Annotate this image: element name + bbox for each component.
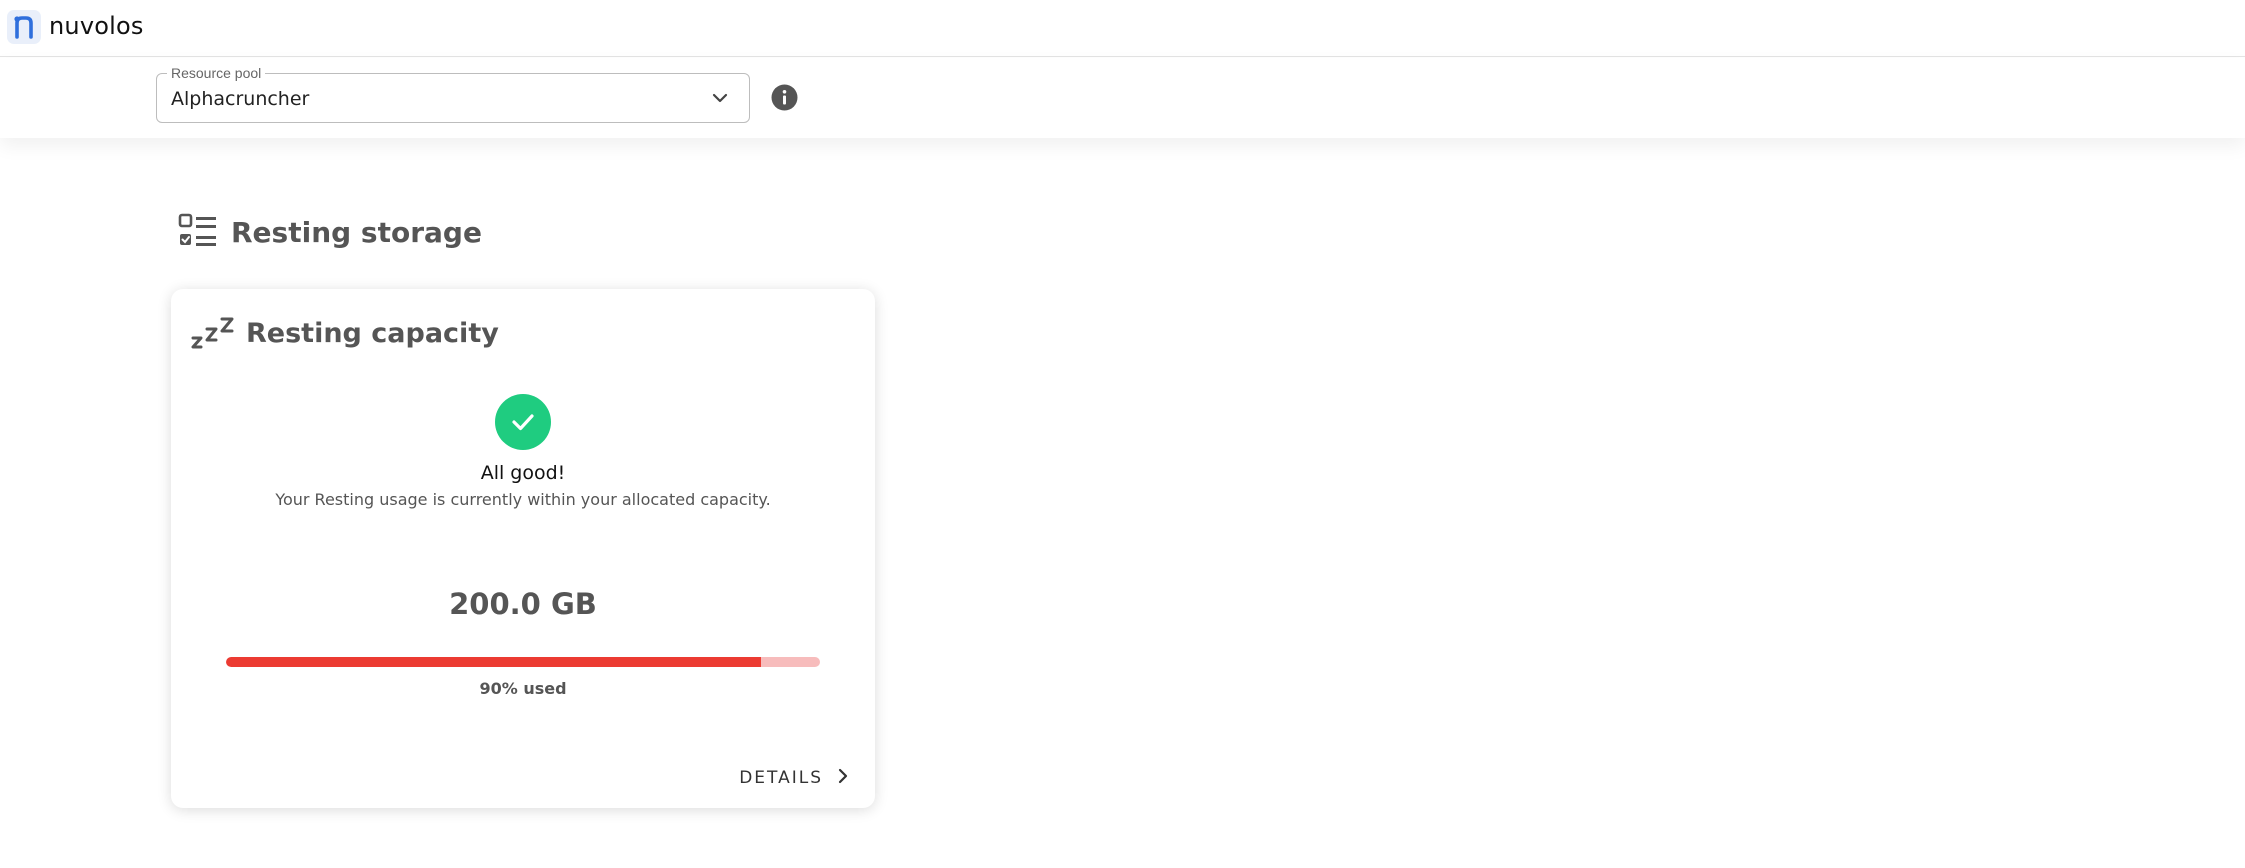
check-circle-icon <box>495 394 551 450</box>
capacity-amount: 200.0 GB <box>449 587 597 621</box>
status-title: All good! <box>480 462 566 484</box>
usage-progress-fill <box>226 657 761 667</box>
status-text: Your Resting usage is currently within y… <box>275 490 771 509</box>
details-label: DETAILS <box>739 768 823 788</box>
chevron-right-icon <box>837 768 849 789</box>
nuvolos-logo-icon[interactable] <box>7 10 41 44</box>
chevron-down-icon[interactable] <box>709 87 731 109</box>
card-title: Resting capacity <box>246 318 499 349</box>
resting-capacity-card: Resting capacity All good! Your Resting … <box>171 289 875 808</box>
details-button[interactable]: DETAILS <box>739 763 849 793</box>
section-title: Resting storage <box>231 216 482 249</box>
zzz-icon <box>190 316 236 352</box>
top-bar: nuvolos <box>0 0 2245 57</box>
checklist-icon <box>178 212 218 250</box>
usage-label: 90% used <box>479 679 567 698</box>
usage-progress-bar <box>226 657 820 667</box>
resource-pool-select[interactable]: Resource pool Alphacruncher <box>156 64 750 123</box>
resource-pool-value: Alphacruncher <box>171 88 310 110</box>
resource-pool-label: Resource pool <box>167 64 266 82</box>
info-icon[interactable] <box>771 84 798 111</box>
brand-name[interactable]: nuvolos <box>49 12 144 40</box>
